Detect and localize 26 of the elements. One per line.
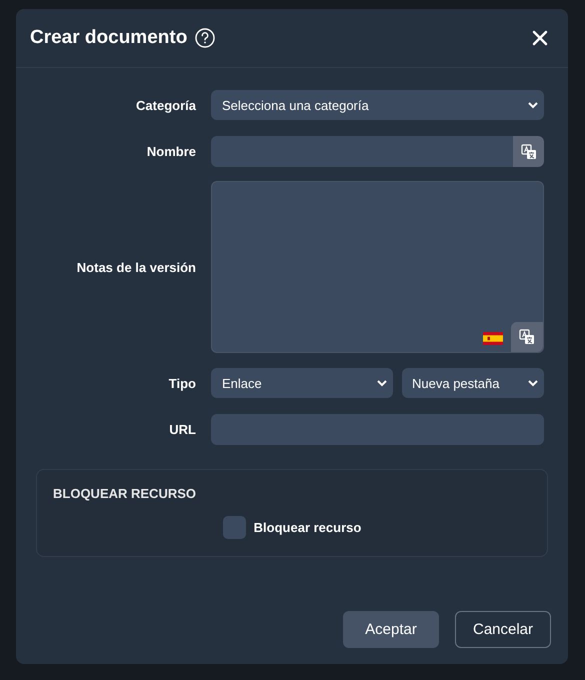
translate-button[interactable]	[513, 136, 544, 167]
help-icon[interactable]	[195, 28, 216, 48]
field-label: URL	[168, 422, 197, 436]
dialog-title: Crear documento	[30, 27, 188, 49]
translate-icon	[520, 144, 536, 160]
target-select[interactable]: Nueva pestaña	[402, 368, 544, 398]
chevron-down-icon	[528, 380, 538, 386]
accept-button[interactable]: Aceptar	[343, 611, 439, 648]
name-input-field[interactable]	[211, 136, 513, 167]
lock-checkbox[interactable]	[222, 516, 246, 539]
section-title: BLOQUEAR RECURSO	[53, 486, 198, 501]
field-label: Categoría	[135, 98, 197, 112]
translate-button[interactable]	[511, 322, 543, 352]
field-label: Tipo	[168, 376, 197, 390]
chevron-down-icon	[377, 380, 387, 386]
checkbox-label: Bloquear recurso	[254, 520, 362, 535]
cancel-button[interactable]: Cancelar	[455, 611, 551, 648]
type-select[interactable]: Enlace	[211, 368, 393, 398]
field-label: Nombre	[146, 144, 197, 158]
translate-icon	[519, 329, 535, 345]
field-label: Notas de la versión	[76, 260, 197, 274]
close-icon[interactable]	[532, 30, 548, 46]
url-input-field[interactable]	[211, 414, 544, 445]
chevron-down-icon	[528, 102, 538, 108]
spain-flag-icon	[483, 332, 503, 345]
category-select[interactable]: Selecciona una categoría	[211, 90, 544, 120]
